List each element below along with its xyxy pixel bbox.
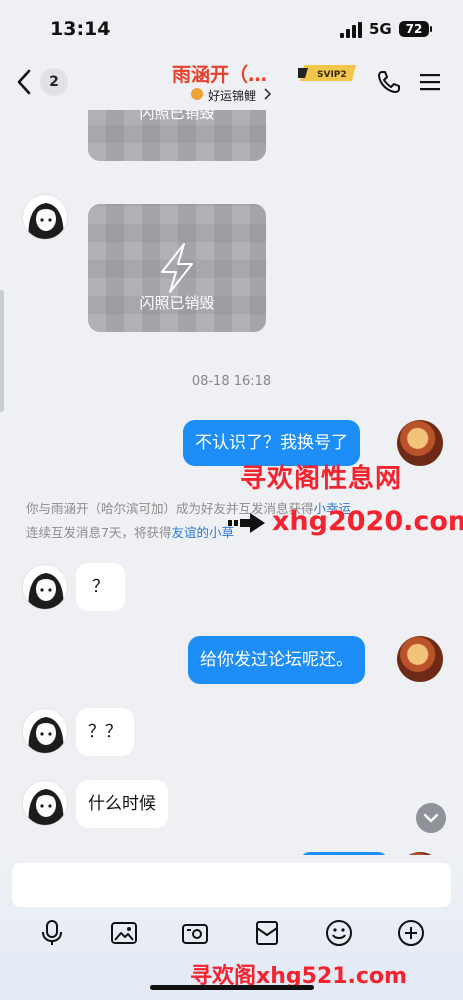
menu-icon[interactable] <box>419 72 441 92</box>
contact-avatar[interactable] <box>22 194 68 240</box>
system-notice-link[interactable]: 友谊的小草 <box>171 525 234 540</box>
self-avatar[interactable] <box>397 636 443 682</box>
image-icon[interactable] <box>110 919 138 947</box>
input-bar: 寻欢阁xhg521.com <box>0 855 463 1000</box>
avatar-girl-icon <box>28 203 64 239</box>
status-bar: 13:14 5G 72 <box>0 0 463 54</box>
incoming-message[interactable]: ？？ <box>76 708 134 756</box>
avatar-girl-icon <box>28 789 64 825</box>
battery-icon: 72 <box>399 21 429 37</box>
vip-badge-text: SVIP2 <box>317 70 347 80</box>
chat-area[interactable]: 闪照已销毁 闪照已销毁 08-18 16:18 不认识了？我换号了 你与雨涵开（… <box>0 110 463 855</box>
battery-cap <box>430 26 432 32</box>
scroll-down-button[interactable] <box>416 803 446 833</box>
flash-photo-label: 闪照已销毁 <box>139 294 215 312</box>
flash-photo-destroyed[interactable]: 闪照已销毁 <box>88 110 266 161</box>
message-timestamp: 08-18 16:18 <box>191 374 272 389</box>
plus-icon[interactable] <box>397 919 425 947</box>
system-notice-text: 你与雨涵开（哈尔滨可加）成为好友并互发消息获得 <box>26 501 314 516</box>
self-avatar[interactable] <box>397 420 443 466</box>
watermark-url: xhg2020.com <box>272 506 463 537</box>
signal-icon <box>340 22 362 38</box>
flash-photo-label: 闪照已销毁 <box>139 110 215 122</box>
contact-status[interactable]: 好运锦鲤 <box>208 87 256 104</box>
arrow-right-icon <box>228 513 265 533</box>
incoming-message[interactable]: ？ <box>76 563 125 611</box>
avatar-girl-icon <box>28 717 64 753</box>
incoming-message[interactable]: 什么时候 <box>76 780 168 828</box>
flash-photo-destroyed[interactable]: 闪照已销毁 <box>88 204 266 332</box>
side-drawer-handle[interactable] <box>0 290 4 412</box>
system-notice-line-2: 连续互发消息7天，将获得友谊的小草 <box>26 522 234 541</box>
contact-name[interactable]: 雨涵开（… <box>172 60 267 87</box>
unread-count-badge[interactable]: 2 <box>40 68 68 96</box>
chevron-down-icon <box>423 813 439 823</box>
back-arrow-icon[interactable] <box>14 68 36 96</box>
red-packet-icon[interactable] <box>253 919 281 947</box>
camera-icon[interactable] <box>181 919 209 947</box>
home-indicator[interactable] <box>150 985 314 990</box>
chat-header: 2 雨涵开（… 好运锦鲤 SVIP2 <box>0 54 463 110</box>
microphone-icon[interactable] <box>38 919 66 947</box>
koi-fish-icon <box>191 88 203 100</box>
status-time: 13:14 <box>50 18 111 40</box>
svip-badge: SVIP2 <box>298 65 356 81</box>
system-notice-text: 连续互发消息7天，将获得 <box>26 525 172 540</box>
chevron-right-icon[interactable] <box>262 88 272 100</box>
network-label: 5G <box>369 20 392 38</box>
avatar-girl-icon <box>28 573 64 609</box>
contact-avatar[interactable] <box>22 708 68 754</box>
contact-avatar[interactable] <box>22 780 68 826</box>
phone-icon[interactable] <box>376 69 402 95</box>
contact-avatar[interactable] <box>22 564 68 610</box>
watermark-title: 寻欢阁性息网 <box>240 464 403 494</box>
emoji-icon[interactable] <box>325 919 353 947</box>
lightning-icon <box>161 243 193 293</box>
message-input[interactable] <box>12 863 451 907</box>
outgoing-message[interactable]: 给你发过论坛呢还。 <box>188 636 365 684</box>
